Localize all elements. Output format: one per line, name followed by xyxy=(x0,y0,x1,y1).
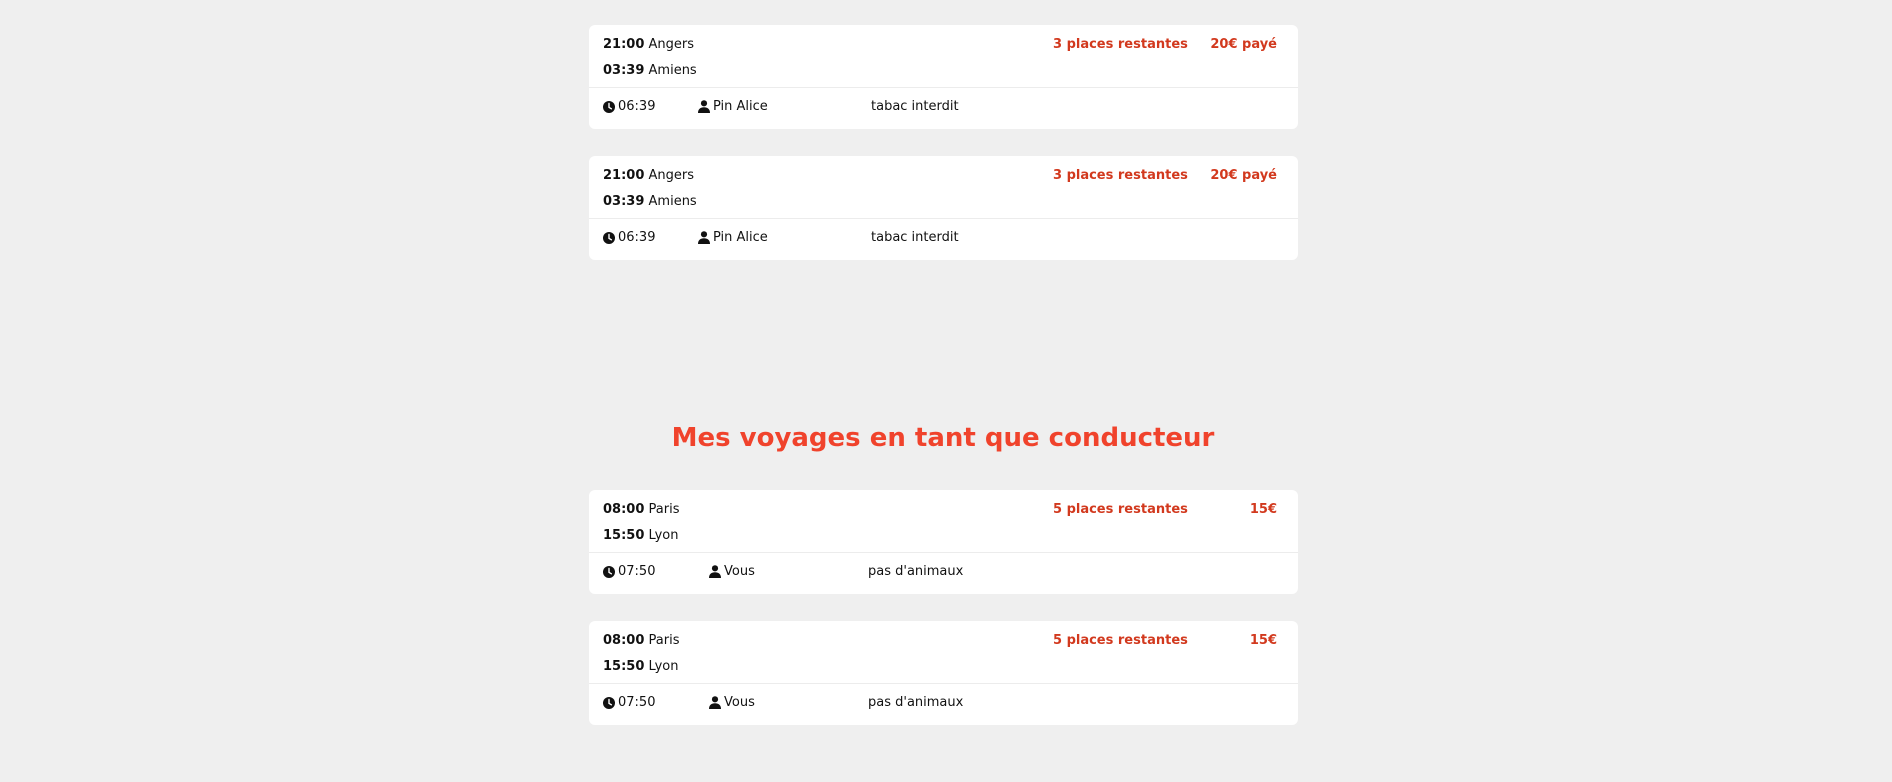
trip-rule: pas d'animaux xyxy=(868,564,963,579)
trip-rule: tabac interdit xyxy=(871,230,959,245)
rule-text: pas d'animaux xyxy=(868,564,964,579)
trip-price: 20€ payé xyxy=(1210,168,1277,183)
departure: 08:00 Paris xyxy=(603,633,679,648)
driver-name: Vous xyxy=(724,564,755,579)
duration-value: 06:39 xyxy=(618,99,656,114)
duration-value: 07:50 xyxy=(618,564,656,579)
trip-driver: Vous xyxy=(709,695,755,710)
user-icon xyxy=(698,100,710,113)
arrival: 15:50 Lyon xyxy=(603,659,678,674)
trip-card[interactable]: 21:00 Angers 03:39 Amiens 3 places resta… xyxy=(589,25,1298,129)
seats-remaining: 3 places restantes xyxy=(1053,37,1188,52)
trip-details: 07:50 Vous pas d'animaux xyxy=(589,553,1298,593)
trip-price: 15€ xyxy=(1249,633,1277,648)
trip-route: 21:00 Angers 03:39 Amiens 3 places resta… xyxy=(589,25,1298,88)
arrival-city: Amiens xyxy=(648,194,697,209)
rule-text: tabac interdit xyxy=(871,230,959,245)
trip-route: 21:00 Angers 03:39 Amiens 3 places resta… xyxy=(589,156,1298,219)
trip-price: 15€ xyxy=(1249,502,1277,517)
arrival: 03:39 Amiens xyxy=(603,194,697,209)
departure-city: Paris xyxy=(648,633,680,648)
trip-card[interactable]: 08:00 Paris 15:50 Lyon 5 places restante… xyxy=(589,621,1298,725)
trip-duration: 06:39 xyxy=(603,230,655,245)
clock-icon xyxy=(603,565,615,578)
driver-name: Pin Alice xyxy=(713,230,768,245)
trip-details: 06:39 Pin Alice tabac interdit xyxy=(589,219,1298,259)
trip-card[interactable]: 21:00 Angers 03:39 Amiens 3 places resta… xyxy=(589,156,1298,260)
clock-icon xyxy=(603,696,615,709)
rule-text: tabac interdit xyxy=(871,99,959,114)
driver-name: Vous xyxy=(724,695,755,710)
duration-value: 06:39 xyxy=(618,230,656,245)
departure-city: Angers xyxy=(648,168,695,183)
rule-text: pas d'animaux xyxy=(868,695,964,710)
duration-value: 07:50 xyxy=(618,695,656,710)
user-icon xyxy=(698,231,710,244)
trip-price: 20€ payé xyxy=(1210,37,1277,52)
departure: 08:00 Paris xyxy=(603,502,679,517)
arrival-time: 03:39 xyxy=(603,194,645,209)
arrival: 03:39 Amiens xyxy=(603,63,697,78)
clock-icon xyxy=(603,100,615,113)
user-icon xyxy=(709,565,721,578)
trip-duration: 06:39 xyxy=(603,99,655,114)
departure-time: 21:00 xyxy=(603,37,645,52)
arrival-time: 15:50 xyxy=(603,659,645,674)
trip-rule: pas d'animaux xyxy=(868,695,963,710)
seats-remaining: 5 places restantes xyxy=(1053,633,1188,648)
clock-icon xyxy=(603,231,615,244)
trip-duration: 07:50 xyxy=(603,564,655,579)
arrival-time: 03:39 xyxy=(603,63,645,78)
departure-time: 08:00 xyxy=(603,633,645,648)
trip-driver: Vous xyxy=(709,564,755,579)
trip-driver: Pin Alice xyxy=(698,230,768,245)
trip-details: 06:39 Pin Alice tabac interdit xyxy=(589,88,1298,128)
seats-remaining: 3 places restantes xyxy=(1053,168,1188,183)
user-icon xyxy=(709,696,721,709)
arrival-city: Lyon xyxy=(648,528,679,543)
arrival-city: Lyon xyxy=(648,659,679,674)
driver-name: Pin Alice xyxy=(713,99,768,114)
trip-route: 08:00 Paris 15:50 Lyon 5 places restante… xyxy=(589,490,1298,553)
arrival-time: 15:50 xyxy=(603,528,645,543)
departure-city: Angers xyxy=(648,37,695,52)
departure: 21:00 Angers xyxy=(603,168,694,183)
trip-route: 08:00 Paris 15:50 Lyon 5 places restante… xyxy=(589,621,1298,684)
arrival: 15:50 Lyon xyxy=(603,528,678,543)
trip-rule: tabac interdit xyxy=(871,99,959,114)
departure-time: 08:00 xyxy=(603,502,645,517)
seats-remaining: 5 places restantes xyxy=(1053,502,1188,517)
departure-time: 21:00 xyxy=(603,168,645,183)
trip-card[interactable]: 08:00 Paris 15:50 Lyon 5 places restante… xyxy=(589,490,1298,594)
trip-driver: Pin Alice xyxy=(698,99,768,114)
trip-details: 07:50 Vous pas d'animaux xyxy=(589,684,1298,724)
section-title: Mes voyages en tant que conducteur xyxy=(671,423,1215,453)
departure: 21:00 Angers xyxy=(603,37,694,52)
departure-city: Paris xyxy=(648,502,680,517)
trip-duration: 07:50 xyxy=(603,695,655,710)
arrival-city: Amiens xyxy=(648,63,697,78)
